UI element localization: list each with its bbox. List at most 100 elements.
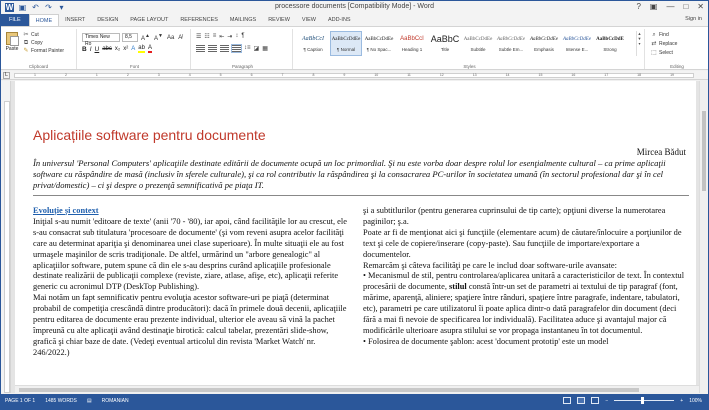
style-subtitle[interactable]: AaBbCcDdEe Subtitle — [462, 31, 494, 56]
tab-page-layout[interactable]: PAGE LAYOUT — [124, 14, 174, 26]
paragraph: Remarcăm şi câteva facilităţi pe care le… — [363, 260, 617, 270]
ruler-tick-label: 17 — [604, 73, 609, 77]
tab-view[interactable]: VIEW — [296, 14, 322, 26]
style-title[interactable]: AaBbC Title — [429, 31, 461, 56]
ruler-tick-label: 13 — [472, 73, 477, 77]
read-mode-icon[interactable] — [563, 397, 572, 404]
format-painter-button[interactable]: ✎ Format Painter — [23, 48, 64, 54]
replace-button[interactable]: ⇄ Replace — [651, 41, 677, 47]
format-painter-label: Format Painter — [31, 48, 65, 54]
zoom-slider[interactable] — [614, 397, 675, 404]
style-heading-1[interactable]: AaBbCcI Heading 1 — [396, 31, 428, 56]
strikethrough-icon[interactable]: abc — [102, 46, 112, 52]
page-count[interactable]: PAGE 1 OF 1 — [5, 398, 35, 404]
style-emphasis[interactable]: AaBbCcDdEe Emphasis — [528, 31, 560, 56]
clear-formatting-icon[interactable]: A̸ — [177, 35, 183, 41]
horizontal-scroll-thumb[interactable] — [19, 388, 639, 392]
ruler-tick-label: 16 — [571, 73, 576, 77]
style-name: ¶ No Spac... — [366, 47, 392, 52]
show-hide-icon[interactable]: ¶ — [241, 33, 244, 40]
change-case-icon[interactable]: Aa — [166, 35, 175, 41]
vertical-scroll-thumb[interactable] — [702, 111, 706, 191]
shrink-font-icon[interactable]: A▼ — [153, 33, 164, 42]
proofing-icon[interactable]: ▤ — [87, 398, 92, 404]
sign-in-link[interactable]: Sign in — [685, 16, 702, 22]
highlight-icon[interactable]: ab — [138, 45, 145, 53]
left-column: Evoluție și context Iniţial s-au numit '… — [33, 206, 353, 359]
web-layout-icon[interactable] — [591, 397, 600, 404]
minimize-icon[interactable]: — — [666, 2, 674, 11]
tab-add-ins[interactable]: ADD-INS — [322, 14, 357, 26]
style-sample: AaBbCcDdEe — [562, 37, 592, 42]
tab-insert[interactable]: INSERT — [59, 14, 91, 26]
style-sample: AaBbCcDdEe — [463, 37, 493, 42]
subscript-icon[interactable]: x₂ — [115, 46, 120, 52]
style-no-spacing[interactable]: AaBbCcDdEe ¶ No Spac... — [363, 31, 395, 56]
close-icon[interactable]: ✕ — [697, 2, 704, 11]
style-caption[interactable]: AaBbCcI ¶ Caption — [297, 31, 329, 56]
borders-icon[interactable]: ▦ — [262, 45, 268, 52]
increase-indent-icon[interactable]: ⇥ — [227, 33, 232, 40]
horizontal-scrollbar[interactable] — [15, 385, 699, 393]
vertical-scrollbar[interactable] — [699, 81, 708, 393]
style-strong[interactable]: AaBbCcDdE Strong — [594, 31, 626, 56]
paste-button[interactable]: Paste — [5, 32, 19, 56]
align-center-icon[interactable] — [208, 45, 217, 52]
style-name: Subtitle — [470, 47, 486, 52]
ruler-tick-label: 10 — [374, 73, 379, 77]
cut-button[interactable]: ✂ Cut — [23, 32, 64, 38]
style-subtle-emphasis[interactable]: AaBbCcDdEe Subtle Em... — [495, 31, 527, 56]
zoom-in-icon[interactable]: + — [680, 398, 683, 404]
font-size-combo[interactable]: 8,5 — [122, 33, 138, 42]
font-name-combo[interactable]: Times New Ro — [82, 33, 120, 47]
find-button[interactable]: ⌕ Find — [651, 32, 677, 38]
bullets-icon[interactable]: ☰ — [196, 33, 201, 40]
align-right-icon[interactable] — [220, 45, 229, 52]
zoom-out-icon[interactable]: − — [605, 398, 608, 404]
select-button[interactable]: ⬚ Select — [651, 50, 677, 56]
decrease-indent-icon[interactable]: ⇤ — [219, 33, 224, 40]
document-page[interactable]: Aplicațiile software pentru documente Mi… — [15, 81, 696, 393]
text-effects-icon[interactable]: A — [131, 46, 135, 52]
tab-mailings[interactable]: MAILINGS — [224, 14, 262, 26]
grow-font-icon[interactable]: A▲ — [140, 33, 151, 42]
ruler-tick-label: 2 — [126, 73, 129, 77]
justify-icon[interactable] — [231, 44, 242, 53]
copy-button[interactable]: ⧉ Copy — [23, 40, 64, 46]
ruler-tick-label: 5 — [219, 73, 222, 77]
style-name: ¶ Caption — [303, 47, 323, 52]
shading-icon[interactable]: ◪ — [254, 45, 260, 52]
style-intense-emphasis[interactable]: AaBbCcDdEe Intense E... — [561, 31, 593, 56]
ruler-ticks: 1 2 1 2 3 4 5 6 7 8 9 10 11 12 13 14 15 16 17 18 19 — [14, 72, 694, 79]
tab-review[interactable]: REVIEW — [262, 14, 296, 26]
align-left-icon[interactable] — [196, 45, 205, 52]
language[interactable]: ROMANIAN — [102, 398, 129, 404]
word-count[interactable]: 1485 WORDS — [45, 398, 77, 404]
line-spacing-icon[interactable]: ↕≡ — [244, 45, 251, 52]
bold-icon[interactable]: B — [82, 46, 87, 53]
sort-icon[interactable]: ↕ — [235, 33, 238, 40]
style-normal[interactable]: AaBbCcDdEe ¶ Normal — [330, 31, 362, 56]
tab-file[interactable]: FILE — [1, 14, 29, 26]
italic-icon[interactable]: I — [90, 46, 92, 53]
ribbon-display-icon[interactable]: ▣ — [650, 2, 658, 11]
style-sample: AaBbCcDdEe — [331, 37, 361, 42]
maximize-icon[interactable]: □ — [683, 2, 688, 11]
numbering-icon[interactable]: ☷ — [204, 33, 209, 40]
tab-selector-icon[interactable]: L — [3, 72, 10, 79]
tab-references[interactable]: REFERENCES — [174, 14, 224, 26]
zoom-level[interactable]: 100% — [689, 398, 702, 404]
help-icon[interactable]: ? — [636, 2, 640, 11]
tab-design[interactable]: DESIGN — [91, 14, 124, 26]
print-layout-icon[interactable] — [577, 397, 586, 404]
word-window: W ▣ ↶ ↷ ▾ processore documents [Compatib… — [0, 0, 709, 410]
ruler-tick-label: 9 — [343, 73, 346, 77]
multilevel-list-icon[interactable]: ≡ — [213, 33, 217, 40]
underline-icon[interactable]: U — [95, 46, 100, 53]
styles-gallery-scroll[interactable]: ▲ ▼ ▾ — [636, 31, 642, 56]
superscript-icon[interactable]: x² — [123, 46, 128, 52]
ruler-tick-label: 4 — [188, 73, 191, 77]
font-color-icon[interactable]: A — [147, 45, 152, 53]
tab-home[interactable]: HOME — [28, 14, 60, 26]
document-title: Aplicațiile software pentru documente — [33, 127, 266, 143]
